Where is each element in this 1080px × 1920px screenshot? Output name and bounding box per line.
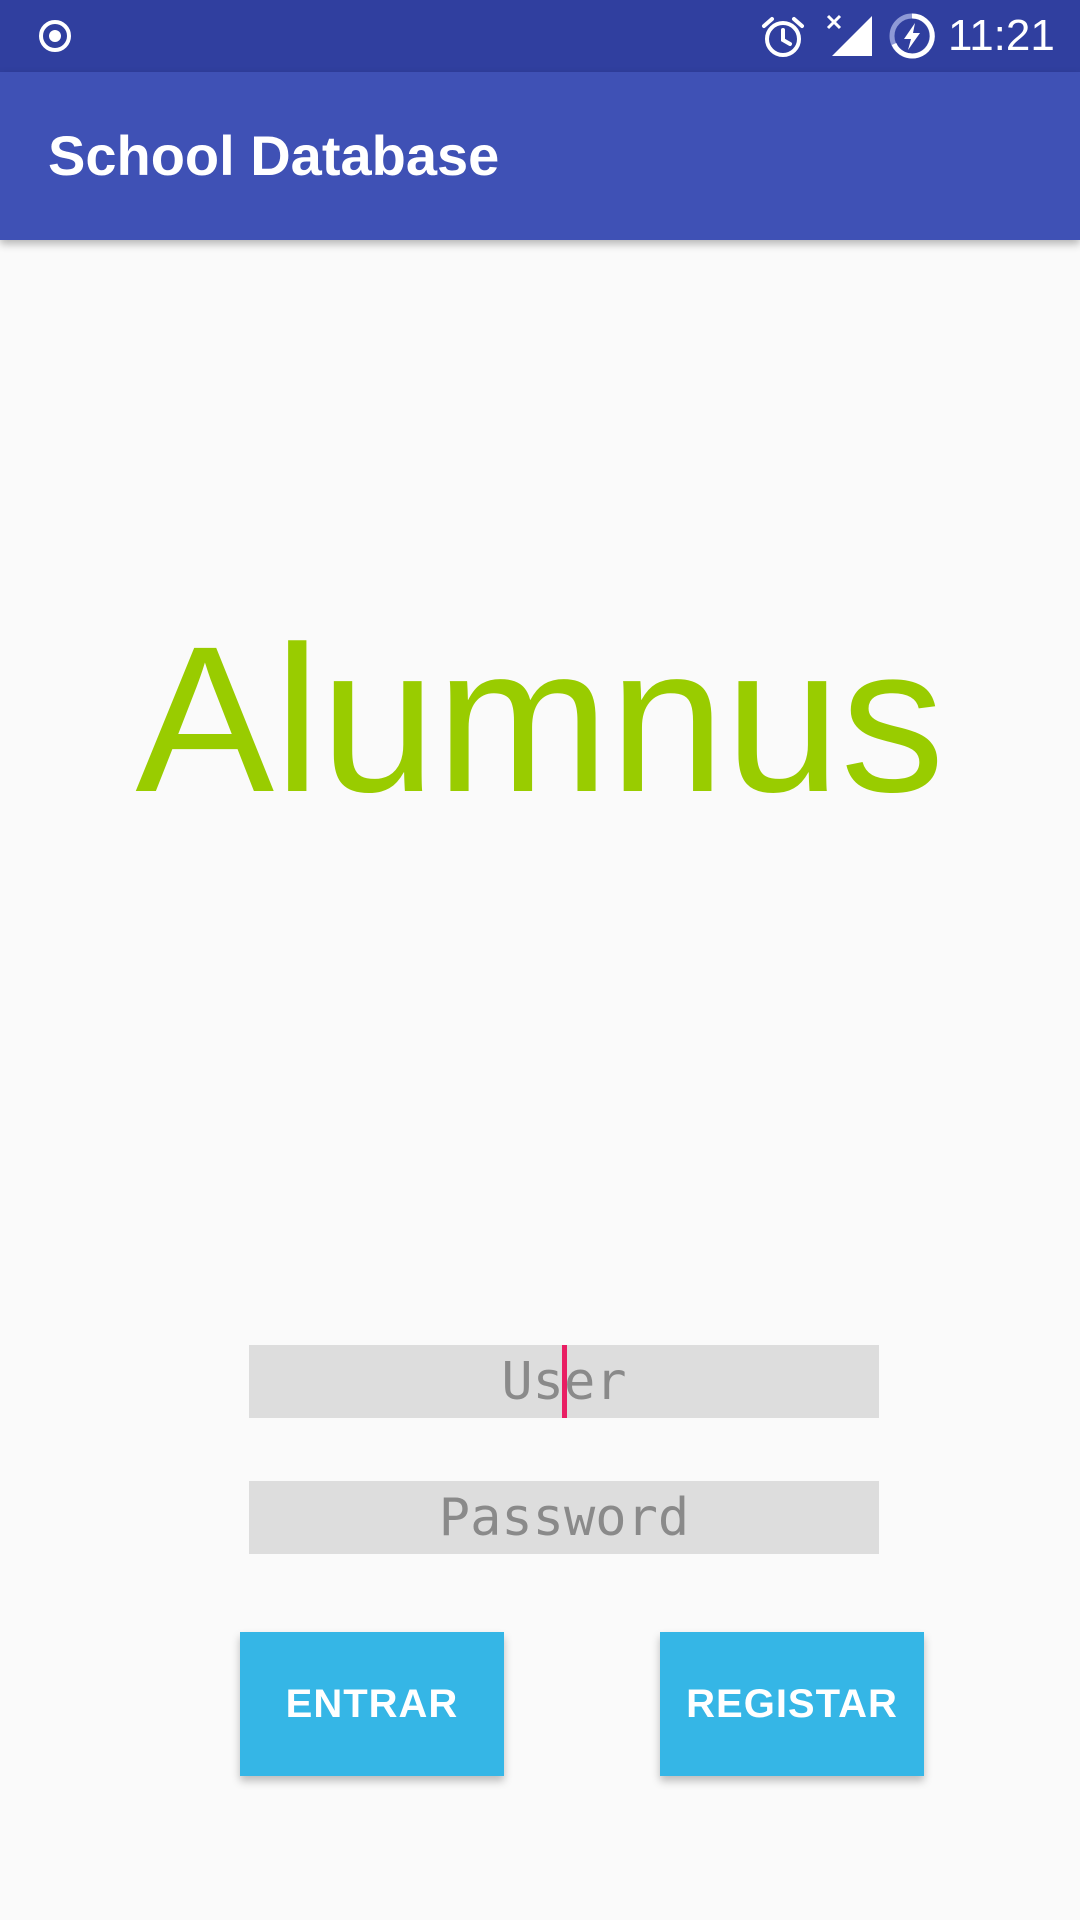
- app-bar: School Database: [0, 72, 1080, 240]
- status-time: 11:21: [948, 11, 1055, 60]
- password-input[interactable]: [249, 1481, 879, 1554]
- text-caret: [562, 1345, 567, 1418]
- signal-no-data-icon: [826, 14, 872, 56]
- register-button[interactable]: REGISTAR: [660, 1632, 924, 1776]
- app-logo-text: Alumnus: [135, 604, 945, 836]
- record-icon: [39, 20, 71, 52]
- battery-charging-icon: [889, 13, 935, 59]
- status-bar: 11:21: [0, 0, 1080, 72]
- app-title: School Database: [48, 124, 500, 187]
- login-button[interactable]: ENTRAR: [240, 1632, 504, 1776]
- alarm-icon: [762, 17, 804, 57]
